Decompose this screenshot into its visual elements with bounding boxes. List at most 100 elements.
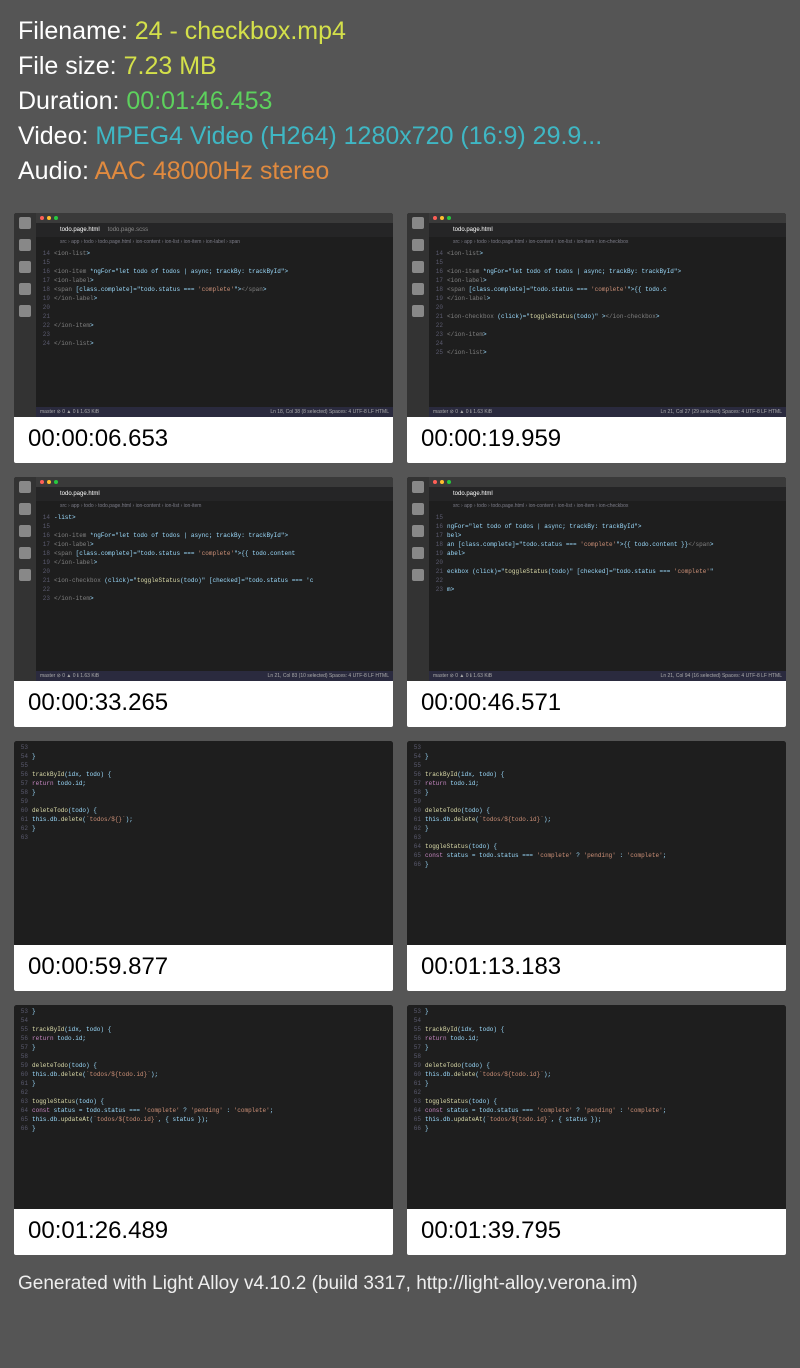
tab-active[interactable]: todo.page.html xyxy=(60,491,100,497)
status-left: master ⊘ 0 ▲ 0 ℹ 1.63 KiB xyxy=(433,409,492,415)
tab-inactive[interactable]: todo.page.scss xyxy=(108,227,148,233)
code-content: 53}5455trackById(idx, todo) {56 return t… xyxy=(407,1005,786,1209)
timestamp-label: 00:01:39.795 xyxy=(407,1209,786,1255)
editor-area: todo.page.html src › app › todo › todo.p… xyxy=(429,213,786,417)
video-thumbnail[interactable]: 53}5455trackById(idx, todo) {56 return t… xyxy=(407,1005,786,1255)
filesize-row: File size: 7.23 MB xyxy=(18,49,782,84)
code-content: 14<ion-list>1516 <ion-item *ngFor="let t… xyxy=(429,247,786,407)
thumbnail-grid: todo.page.html todo.page.scss src › app … xyxy=(0,199,800,1269)
filesize-value: 7.23 MB xyxy=(124,52,217,80)
maximize-icon[interactable] xyxy=(447,216,451,220)
editor-area: todo.page.html todo.page.scss src › app … xyxy=(36,213,393,417)
debug-icon[interactable] xyxy=(19,547,31,559)
scm-icon[interactable] xyxy=(412,261,424,273)
minimize-icon[interactable] xyxy=(47,216,51,220)
status-bar: master ⊘ 0 ▲ 0 ℹ 1.63 KiB Ln 21, Col 94 … xyxy=(429,671,786,681)
code-content: 14<ion-list>1516 <ion-item *ngFor="let t… xyxy=(36,247,393,407)
search-icon[interactable] xyxy=(19,239,31,251)
breadcrumb[interactable]: src › app › todo › todo.page.html › ion-… xyxy=(36,237,393,247)
scm-icon[interactable] xyxy=(19,261,31,273)
thumbnail-frame: 5354}5556trackById(idx, todo) {57 return… xyxy=(407,741,786,945)
minimize-icon[interactable] xyxy=(440,480,444,484)
video-row: Video: MPEG4 Video (H264) 1280x720 (16:9… xyxy=(18,119,782,154)
window-titlebar xyxy=(36,477,393,487)
code-content: 53}5455trackById(idx, todo) {56 return t… xyxy=(14,1005,393,1209)
filename-value: 24 - checkbox.mp4 xyxy=(135,17,346,45)
extensions-icon[interactable] xyxy=(412,569,424,581)
status-right: Ln 21, Col 27 (29 selected) Spaces: 4 UT… xyxy=(661,409,782,415)
extensions-icon[interactable] xyxy=(412,305,424,317)
tab-active[interactable]: todo.page.html xyxy=(60,227,100,233)
duration-row: Duration: 00:01:46.453 xyxy=(18,84,782,119)
tab-active[interactable]: todo.page.html xyxy=(453,491,493,497)
explorer-icon[interactable] xyxy=(412,217,424,229)
video-thumbnail[interactable]: 5354}5556trackById(idx, todo) {57 return… xyxy=(407,741,786,991)
tab-active[interactable]: todo.page.html xyxy=(453,227,493,233)
activity-bar xyxy=(14,477,36,681)
video-thumbnail[interactable]: todo.page.html src › app › todo › todo.p… xyxy=(14,477,393,727)
timestamp-label: 00:00:33.265 xyxy=(14,681,393,727)
close-icon[interactable] xyxy=(40,480,44,484)
code-content: 14-list>1516<ion-item *ngFor="let todo o… xyxy=(36,511,393,671)
video-thumbnail[interactable]: todo.page.html src › app › todo › todo.p… xyxy=(407,477,786,727)
editor-area: 5354}5556trackById(idx, todo) {57 return… xyxy=(14,741,393,945)
minimize-icon[interactable] xyxy=(47,480,51,484)
filename-row: Filename: 24 - checkbox.mp4 xyxy=(18,14,782,49)
editor-tabs: todo.page.html xyxy=(36,487,393,501)
video-thumbnail[interactable]: 5354}5556trackById(idx, todo) {57 return… xyxy=(14,741,393,991)
video-thumbnail[interactable]: todo.page.html todo.page.scss src › app … xyxy=(14,213,393,463)
extensions-icon[interactable] xyxy=(19,569,31,581)
window-titlebar xyxy=(36,213,393,223)
editor-area: 53}5455trackById(idx, todo) {56 return t… xyxy=(407,1005,786,1209)
editor-tabs: todo.page.html todo.page.scss xyxy=(36,223,393,237)
activity-bar xyxy=(14,213,36,417)
debug-icon[interactable] xyxy=(19,283,31,295)
explorer-icon[interactable] xyxy=(412,481,424,493)
footer-text: Generated with Light Alloy v4.10.2 (buil… xyxy=(0,1269,800,1309)
thumbnail-frame: 53}5455trackById(idx, todo) {56 return t… xyxy=(407,1005,786,1209)
duration-label: Duration: xyxy=(18,87,119,115)
minimize-icon[interactable] xyxy=(440,216,444,220)
explorer-icon[interactable] xyxy=(19,217,31,229)
breadcrumb[interactable]: src › app › todo › todo.page.html › ion-… xyxy=(36,501,393,511)
search-icon[interactable] xyxy=(19,503,31,515)
file-metadata: Filename: 24 - checkbox.mp4 File size: 7… xyxy=(0,0,800,199)
maximize-icon[interactable] xyxy=(54,216,58,220)
video-thumbnail[interactable]: todo.page.html src › app › todo › todo.p… xyxy=(407,213,786,463)
status-bar: master ⊘ 0 ▲ 0 ℹ 1.63 KiB Ln 21, Col 83 … xyxy=(36,671,393,681)
search-icon[interactable] xyxy=(412,503,424,515)
status-left: master ⊘ 0 ▲ 0 ℹ 1.63 KiB xyxy=(40,673,99,679)
extensions-icon[interactable] xyxy=(19,305,31,317)
maximize-icon[interactable] xyxy=(54,480,58,484)
editor-area: todo.page.html src › app › todo › todo.p… xyxy=(36,477,393,681)
status-right: Ln 18, Col 38 (8 selected) Spaces: 4 UTF… xyxy=(270,409,389,415)
status-right: Ln 21, Col 83 (10 selected) Spaces: 4 UT… xyxy=(268,673,389,679)
debug-icon[interactable] xyxy=(412,283,424,295)
search-icon[interactable] xyxy=(412,239,424,251)
status-left: master ⊘ 0 ▲ 0 ℹ 1.63 KiB xyxy=(40,409,99,415)
window-titlebar xyxy=(429,477,786,487)
code-content: 5354}5556trackById(idx, todo) {57 return… xyxy=(14,741,393,945)
timestamp-label: 00:00:59.877 xyxy=(14,945,393,991)
breadcrumb[interactable]: src › app › todo › todo.page.html › ion-… xyxy=(429,501,786,511)
status-left: master ⊘ 0 ▲ 0 ℹ 1.63 KiB xyxy=(433,673,492,679)
timestamp-label: 00:01:26.489 xyxy=(14,1209,393,1255)
maximize-icon[interactable] xyxy=(447,480,451,484)
thumbnail-frame: todo.page.html src › app › todo › todo.p… xyxy=(407,213,786,417)
window-titlebar xyxy=(429,213,786,223)
explorer-icon[interactable] xyxy=(19,481,31,493)
close-icon[interactable] xyxy=(433,216,437,220)
close-icon[interactable] xyxy=(40,216,44,220)
editor-area: todo.page.html src › app › todo › todo.p… xyxy=(429,477,786,681)
breadcrumb[interactable]: src › app › todo › todo.page.html › ion-… xyxy=(429,237,786,247)
scm-icon[interactable] xyxy=(19,525,31,537)
close-icon[interactable] xyxy=(433,480,437,484)
thumbnail-frame: todo.page.html src › app › todo › todo.p… xyxy=(407,477,786,681)
debug-icon[interactable] xyxy=(412,547,424,559)
filename-label: Filename: xyxy=(18,17,128,45)
video-thumbnail[interactable]: 53}5455trackById(idx, todo) {56 return t… xyxy=(14,1005,393,1255)
code-content: 1516ngFor="let todo of todos | async; tr… xyxy=(429,511,786,671)
scm-icon[interactable] xyxy=(412,525,424,537)
duration-value: 00:01:46.453 xyxy=(126,87,272,115)
audio-row: Audio: AAC 48000Hz stereo xyxy=(18,154,782,189)
